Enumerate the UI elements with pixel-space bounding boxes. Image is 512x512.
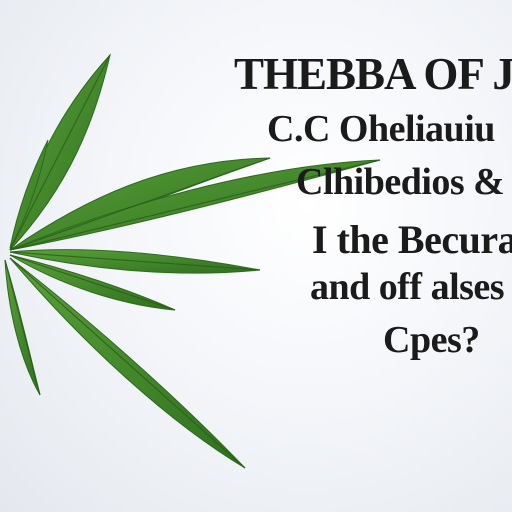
headline-line-6: Cpes?: [383, 319, 480, 361]
image-canvas: THEBBA OF Ju C.C Oheliauiu Clhibedios & …: [0, 0, 512, 512]
headline-line-3: Clhibedios &: [296, 161, 505, 203]
headline-line-4: I the Becura: [312, 217, 512, 262]
headline-line-1: THEBBA OF Ju: [234, 49, 512, 99]
headline-line-2: C.C Oheliauiu: [267, 108, 495, 150]
headline-line-5: and off alses: [310, 266, 505, 308]
